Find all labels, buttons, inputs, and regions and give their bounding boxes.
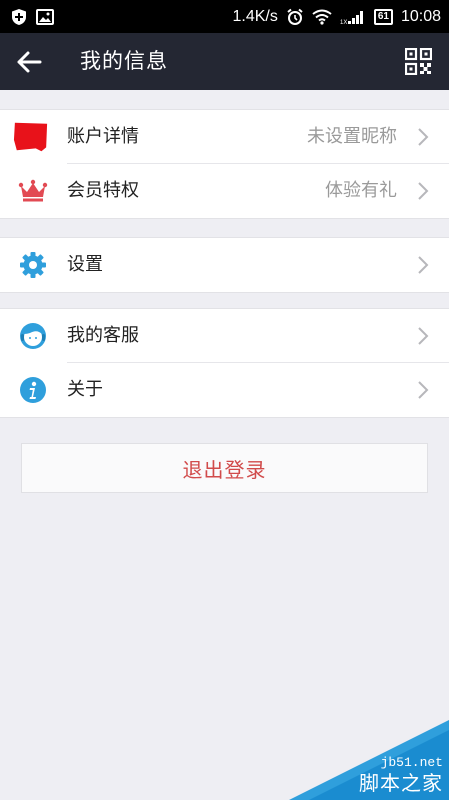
wifi-icon: [312, 9, 332, 25]
image-icon: [36, 8, 54, 25]
about-label: 关于: [67, 379, 103, 400]
chevron-right-icon: [417, 255, 429, 275]
svg-text:1X: 1X: [340, 20, 347, 25]
nickname-value: 未设置昵称: [307, 126, 397, 147]
account-details-label: 账户详情: [67, 126, 139, 147]
about-row[interactable]: 关于: [0, 363, 449, 417]
chevron-right-icon: [417, 380, 429, 400]
signal-icon: 1X: [340, 9, 366, 25]
vip-privileges-label: 会员特权: [67, 180, 139, 201]
qr-code-icon[interactable]: [404, 47, 433, 76]
battery-icon: 61: [373, 8, 393, 25]
settings-group: 设置: [0, 237, 449, 293]
vip-privileges-row[interactable]: 会员特权 体验有礼: [0, 164, 449, 218]
net-speed: 1.4K/s: [232, 7, 278, 25]
crown-icon: [17, 177, 49, 205]
shield-plus-icon: [10, 8, 28, 26]
watermark-brand: 脚本之家: [359, 771, 443, 795]
support-group: 我的客服 关于: [0, 308, 449, 418]
customer-service-row[interactable]: 我的客服: [0, 309, 449, 363]
vip-value: 体验有礼: [325, 180, 397, 201]
chevron-right-icon: [417, 181, 429, 201]
customer-service-icon: [17, 322, 49, 350]
settings-row[interactable]: 设置: [0, 238, 449, 292]
gear-icon: [17, 251, 49, 279]
account-details-row[interactable]: 账户详情 未设置昵称: [0, 110, 449, 164]
logout-button[interactable]: 退出登录: [21, 443, 428, 493]
status-bar: 1.4K/s 1X 61 10:08: [0, 0, 449, 33]
avatar-icon: [13, 122, 49, 152]
alarm-icon: [286, 8, 304, 26]
chevron-right-icon: [417, 127, 429, 147]
title-bar: 我的信息: [0, 33, 449, 90]
info-icon: [17, 376, 49, 404]
clock: 10:08: [400, 7, 441, 25]
chevron-right-icon: [417, 326, 429, 346]
settings-label: 设置: [67, 254, 103, 275]
page-title: 我的信息: [80, 49, 168, 73]
account-group: 账户详情 未设置昵称 会员特权 体验有礼: [0, 109, 449, 219]
customer-service-label: 我的客服: [67, 325, 139, 346]
back-arrow-icon[interactable]: [16, 50, 42, 74]
